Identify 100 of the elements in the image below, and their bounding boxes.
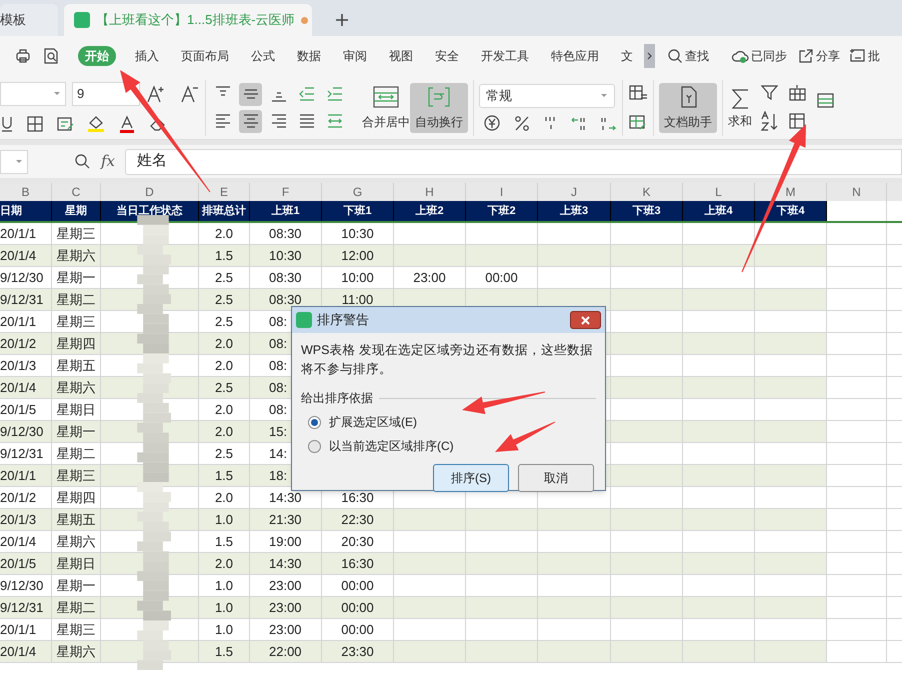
header-cell: 上班4 <box>683 201 755 221</box>
table-cell: 9/12/30 <box>0 575 52 596</box>
insert-rows-icon[interactable] <box>788 84 808 104</box>
share-button[interactable]: 分享 <box>797 47 840 65</box>
number-format-dropdown[interactable]: 常规 <box>479 84 615 108</box>
preview-icon[interactable] <box>42 47 60 65</box>
header-cell: 下班3 <box>611 201 683 221</box>
table-cell: 23:00 <box>250 575 322 596</box>
dialog-button[interactable]: 排序(S) <box>433 464 509 492</box>
menu-tab[interactable]: 数据 <box>286 47 332 65</box>
shrink-font-icon[interactable] <box>180 84 200 104</box>
close-button[interactable] <box>570 311 601 329</box>
scroll-right-button[interactable] <box>644 44 655 68</box>
conditional-format-icon[interactable] <box>628 82 648 102</box>
radio-button[interactable] <box>308 416 321 428</box>
toolbar-button[interactable]: 批 <box>848 47 880 65</box>
table-cell: 23:00 <box>250 619 322 640</box>
table-cell: 9/12/30 <box>0 421 52 442</box>
header-cell: 上班1 <box>250 201 322 221</box>
font-color-icon[interactable] <box>118 114 136 132</box>
sync-button[interactable]: 已同步 <box>731 47 787 65</box>
table-cell: 2.0 <box>199 421 250 442</box>
table-cell: 20/1/5 <box>0 553 52 574</box>
table-cell: 星期五 <box>52 355 101 376</box>
table-cell: 星期二 <box>52 597 101 618</box>
table-cell: 23:00 <box>394 267 466 288</box>
sort-icon[interactable] <box>760 110 780 132</box>
header-cell: 排班总计 <box>199 201 250 221</box>
table-cell: 9/12/30 <box>0 267 52 288</box>
table-cell: 1.0 <box>199 575 250 596</box>
table-cell: 星期二 <box>52 443 101 464</box>
header-cell: 上班2 <box>394 201 466 221</box>
menu-tab[interactable]: 文 <box>610 47 644 65</box>
menu-tab[interactable]: 插入 <box>124 47 170 65</box>
header-cell: 上班3 <box>538 201 611 221</box>
table-cell: 2.0 <box>199 487 250 508</box>
table-cell: 2.0 <box>199 553 250 574</box>
dialog-button[interactable]: 取消 <box>518 464 594 492</box>
grow-font-icon[interactable] <box>146 84 166 104</box>
wrap-text-button[interactable]: 自动换行 <box>410 82 468 132</box>
table-cell: 20/1/1 <box>0 223 52 244</box>
add-tab-icon[interactable] <box>334 12 350 28</box>
percent-icon[interactable] <box>513 114 531 132</box>
merge-center-button[interactable]: 合并居中 <box>362 82 410 132</box>
underline-icon[interactable] <box>0 114 14 132</box>
search-button[interactable]: 查找 <box>667 47 709 65</box>
table-cell: 星期六 <box>52 245 101 266</box>
table-cell: 12:00 <box>322 245 394 266</box>
chevron-icon <box>646 50 653 62</box>
document-tab[interactable]: 模板 <box>0 4 58 36</box>
header-cell: 当日工作状态 <box>101 201 199 221</box>
table-cell: 2.5 <box>199 311 250 332</box>
menu-tab[interactable]: 安全 <box>424 47 470 65</box>
radio-button[interactable] <box>308 440 321 452</box>
sum-button[interactable]: 求和 <box>728 86 752 130</box>
font-name-field[interactable] <box>0 82 66 106</box>
border-icon[interactable] <box>26 114 44 132</box>
table-cell: 10:30 <box>322 223 394 244</box>
menu-tab[interactable]: 特色应用 <box>540 47 610 65</box>
table-cell: 20/1/5 <box>0 399 52 420</box>
menu-tab[interactable]: 视图 <box>378 47 424 65</box>
menu-tab[interactable]: 开发工具 <box>470 47 540 65</box>
document-assistant-button[interactable]: 文档助手 <box>659 82 717 132</box>
table-cell: 星期一 <box>52 421 101 442</box>
app-icon <box>296 312 312 328</box>
table-cell: 20/1/3 <box>0 355 52 376</box>
table-cell: 10:30 <box>250 245 322 266</box>
table-cell: 14:30 <box>250 553 322 574</box>
currency-icon[interactable] <box>483 114 501 132</box>
table-cell: 20/1/1 <box>0 619 52 640</box>
table-cell: 16:30 <box>322 553 394 574</box>
fill-color-icon[interactable] <box>86 114 106 134</box>
header-cell: 下班4 <box>755 201 827 221</box>
table-cell: 08:30 <box>250 223 322 244</box>
table-cell: 20/1/4 <box>0 531 52 552</box>
zoom-icon[interactable] <box>74 153 91 170</box>
table-cell: 星期日 <box>52 553 101 574</box>
table-cell: 1.5 <box>199 465 250 486</box>
menu-tab[interactable]: 审阅 <box>332 47 378 65</box>
menu-tab[interactable]: 页面布局 <box>170 47 240 65</box>
table-cell: 2.5 <box>199 377 250 398</box>
format-icon[interactable] <box>56 114 74 132</box>
table-cell: 1.5 <box>199 531 250 552</box>
formula-field[interactable]: 姓名 <box>125 148 902 174</box>
table-cell: 2.0 <box>199 355 250 376</box>
table-cell: 00:00 <box>322 575 394 596</box>
table-cell: 1.5 <box>199 245 250 266</box>
merge-center-icon <box>371 84 401 108</box>
filter-icon[interactable] <box>760 82 780 102</box>
table-cell: 星期四 <box>52 487 101 508</box>
function-button[interactable]: fx <box>101 150 116 173</box>
header-cell: 下班2 <box>466 201 538 221</box>
print-icon[interactable] <box>14 47 32 65</box>
share-icon <box>797 48 814 64</box>
table-cell: 20/1/2 <box>0 333 52 354</box>
table-cell: 20:30 <box>322 531 394 552</box>
table-cell: 1.0 <box>199 509 250 530</box>
table-cell: 20/1/2 <box>0 487 52 508</box>
menu-tab[interactable]: 公式 <box>240 47 286 65</box>
header-cell: 日期 <box>0 201 52 221</box>
